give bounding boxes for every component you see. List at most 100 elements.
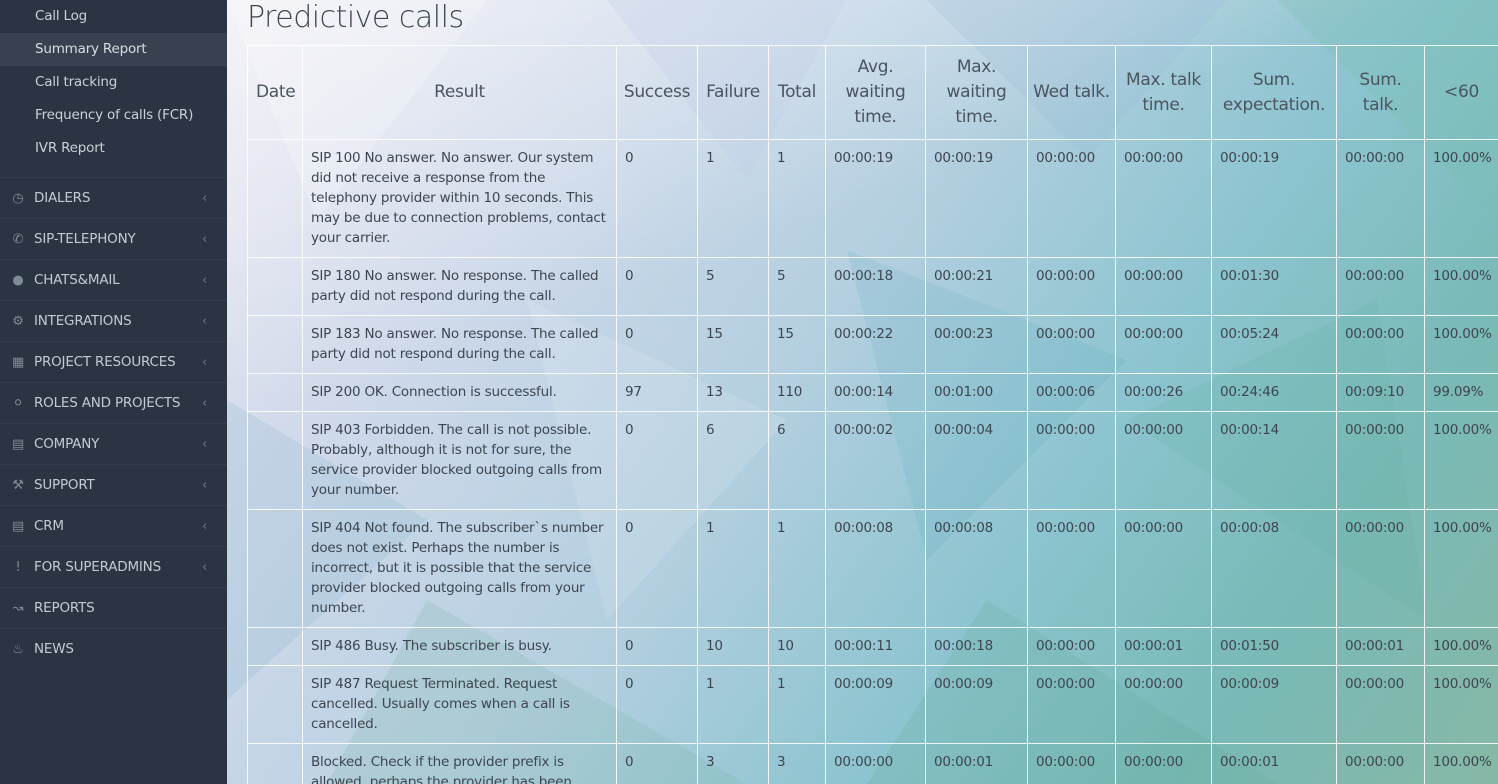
cell-result: SIP 200 OK. Connection is successful.	[302, 373, 617, 412]
nav-item-integrations[interactable]: ⚙ INTEGRATIONS ‹	[0, 300, 227, 341]
cell-wed-talk: 00:00:00	[1027, 627, 1116, 666]
summary-table: Date Result Success Failure Total Avg. w…	[247, 45, 1498, 784]
table-row: SIP 404 Not found. The subscriber`s numb…	[247, 509, 1498, 628]
nav-item-reports[interactable]: ↝ REPORTS	[0, 587, 227, 628]
nav-item-roles-and-projects[interactable]: ⚪ ROLES AND PROJECTS ‹	[0, 382, 227, 423]
nav-item-label: PROJECT RESOURCES	[34, 354, 176, 370]
cell-success: 0	[616, 257, 698, 316]
column-header-avg-waiting-time[interactable]: Avg. waiting time.	[825, 45, 926, 140]
nav-item-label: DIALERS	[34, 190, 91, 206]
column-header-wed-talk[interactable]: Wed talk.	[1027, 45, 1116, 140]
cell-max-talk: 00:00:00	[1115, 665, 1212, 744]
cell-failure: 10	[697, 627, 769, 666]
nav-item-news[interactable]: ♨ NEWS	[0, 628, 227, 669]
cell-date	[247, 373, 303, 412]
cell-max-talk: 00:00:00	[1115, 509, 1212, 628]
cell-date	[247, 627, 303, 666]
cell-total: 1	[768, 509, 826, 628]
cell-date	[247, 257, 303, 316]
cell-sum-talk: 00:00:00	[1336, 411, 1425, 510]
page-title: Predictive calls	[247, 0, 464, 35]
cell-sum-expectation: 00:01:30	[1211, 257, 1337, 316]
cell-sum-expectation: 00:00:08	[1211, 509, 1337, 628]
table-row: SIP 487 Request Terminated. Request canc…	[247, 665, 1498, 744]
chevron-left-icon: ‹	[202, 437, 207, 452]
cell-avg-wait: 00:00:08	[825, 509, 926, 628]
cell-wed-talk: 00:00:00	[1027, 665, 1116, 744]
cell-success: 0	[616, 509, 698, 628]
column-header-date[interactable]: Date	[247, 45, 303, 140]
column-header-failure[interactable]: Failure	[697, 45, 769, 140]
cell-date	[247, 509, 303, 628]
cell-wed-talk: 00:00:00	[1027, 509, 1116, 628]
cell-sum-expectation: 00:24:46	[1211, 373, 1337, 412]
cell-sum-talk: 00:00:00	[1336, 257, 1425, 316]
cell-max-talk: 00:00:00	[1115, 139, 1212, 258]
cell-success: 0	[616, 627, 698, 666]
column-header-max-waiting-time[interactable]: Max. waiting time.	[925, 45, 1028, 140]
column-header-lt60[interactable]: <60	[1424, 45, 1498, 140]
nav-item-sip-telephony[interactable]: ✆ SIP-TELEPHONY ‹	[0, 218, 227, 259]
cell-sum-talk: 00:00:00	[1336, 509, 1425, 628]
exclamation-icon: !	[15, 560, 21, 575]
nav-item-label: SIP-TELEPHONY	[34, 231, 136, 247]
column-header-sum-talk[interactable]: Sum. talk.	[1336, 45, 1425, 140]
submenu-item-call-log[interactable]: Call Log	[0, 0, 227, 33]
chevron-left-icon: ‹	[202, 519, 207, 534]
cell-sum-expectation: 00:00:01	[1211, 743, 1337, 784]
nav-item-chats-mail[interactable]: ● CHATS&MAIL ‹	[0, 259, 227, 300]
cell-total: 6	[768, 411, 826, 510]
cell-avg-wait: 00:00:14	[825, 373, 926, 412]
cell-lt60: 100.00%	[1424, 411, 1498, 510]
cell-result: SIP 487 Request Terminated. Request canc…	[302, 665, 617, 744]
nav-item-project-resources[interactable]: ▦ PROJECT RESOURCES ‹	[0, 341, 227, 382]
cell-lt60: 100.00%	[1424, 257, 1498, 316]
cell-lt60: 100.00%	[1424, 139, 1498, 258]
submenu-item-ivr-report[interactable]: IVR Report	[0, 132, 227, 165]
cell-total: 3	[768, 743, 826, 784]
table-header: Date Result Success Failure Total Avg. w…	[247, 45, 1498, 140]
column-header-sum-expectation[interactable]: Sum. expectation.	[1211, 45, 1337, 140]
cell-result: SIP 100 No answer. No answer. Our system…	[302, 139, 617, 258]
chevron-left-icon: ‹	[202, 396, 207, 411]
column-header-success[interactable]: Success	[616, 45, 698, 140]
table-row: Blocked. Check if the provider prefix is…	[247, 743, 1498, 784]
cell-date	[247, 743, 303, 784]
table-row: SIP 486 Busy. The subscriber is busy. 0 …	[247, 627, 1498, 666]
nav-item-label: SUPPORT	[34, 477, 95, 493]
bar-chart-icon: ▤	[11, 437, 25, 452]
chevron-left-icon: ‹	[202, 191, 207, 206]
submenu-item-call-tracking[interactable]: Call tracking	[0, 66, 227, 99]
cell-date	[247, 411, 303, 510]
nav-item-support[interactable]: ⚒ SUPPORT ‹	[0, 464, 227, 505]
table-row: SIP 403 Forbidden. The call is not possi…	[247, 411, 1498, 510]
cell-failure: 1	[697, 139, 769, 258]
toggle-icon: ⚪	[12, 396, 24, 411]
cell-success: 0	[616, 665, 698, 744]
cell-sum-talk: 00:00:00	[1336, 139, 1425, 258]
cell-avg-wait: 00:00:02	[825, 411, 926, 510]
nav-item-dialers[interactable]: ◷ DIALERS ‹	[0, 177, 227, 218]
cell-date	[247, 665, 303, 744]
nav-item-for-superadmins[interactable]: ! FOR SUPERADMINS ‹	[0, 546, 227, 587]
nav-item-company[interactable]: ▤ COMPANY ‹	[0, 423, 227, 464]
submenu-item-fcr[interactable]: Frequency of calls (FCR)	[0, 99, 227, 132]
column-header-result[interactable]: Result	[302, 45, 617, 140]
chevron-left-icon: ‹	[202, 232, 207, 247]
column-header-max-talk-time[interactable]: Max. talk time.	[1115, 45, 1212, 140]
submenu-item-summary-report[interactable]: Summary Report	[0, 33, 227, 66]
cell-sum-talk: 00:00:01	[1336, 627, 1425, 666]
cell-success: 0	[616, 743, 698, 784]
cell-failure: 6	[697, 411, 769, 510]
cell-sum-talk: 00:00:00	[1336, 665, 1425, 744]
nav-item-label: NEWS	[34, 641, 74, 657]
chevron-left-icon: ‹	[202, 560, 207, 575]
phone-icon: ✆	[12, 232, 24, 247]
nav-item-crm[interactable]: ▤ CRM ‹	[0, 505, 227, 546]
cell-failure: 1	[697, 509, 769, 628]
cell-sum-expectation: 00:01:50	[1211, 627, 1337, 666]
cell-max-wait: 00:00:19	[925, 139, 1028, 258]
cell-max-talk: 00:00:00	[1115, 257, 1212, 316]
nav-item-label: CHATS&MAIL	[34, 272, 120, 288]
column-header-total[interactable]: Total	[768, 45, 826, 140]
